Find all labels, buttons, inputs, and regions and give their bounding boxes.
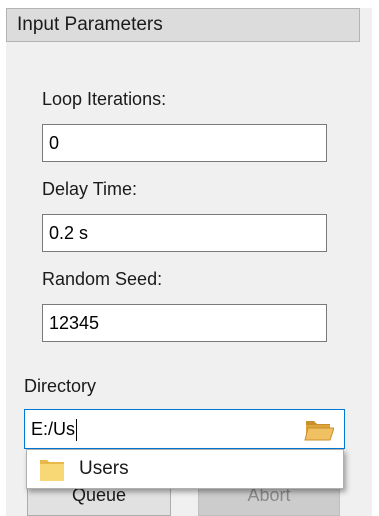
loop-iterations-input[interactable]: 0: [42, 124, 327, 162]
directory-input-text: E:/Us: [31, 410, 78, 448]
folder-open-icon[interactable]: [304, 416, 335, 442]
loop-iterations-label: Loop Iterations:: [42, 89, 167, 109]
autocomplete-item-users[interactable]: Users: [27, 450, 343, 488]
autocomplete-popup: Users: [26, 449, 344, 489]
folder-icon: [39, 457, 65, 483]
random-seed-label: Random Seed:: [42, 269, 163, 289]
delay-time-input[interactable]: 0.2 s: [42, 214, 327, 252]
random-seed-input[interactable]: 12345: [42, 304, 327, 342]
directory-input[interactable]: E:/Us: [24, 409, 345, 449]
delay-time-label: Delay Time:: [42, 179, 138, 199]
directory-label: Directory: [24, 376, 97, 396]
autocomplete-item-label: Users: [79, 458, 129, 479]
panel-header: Input Parameters: [6, 8, 360, 42]
